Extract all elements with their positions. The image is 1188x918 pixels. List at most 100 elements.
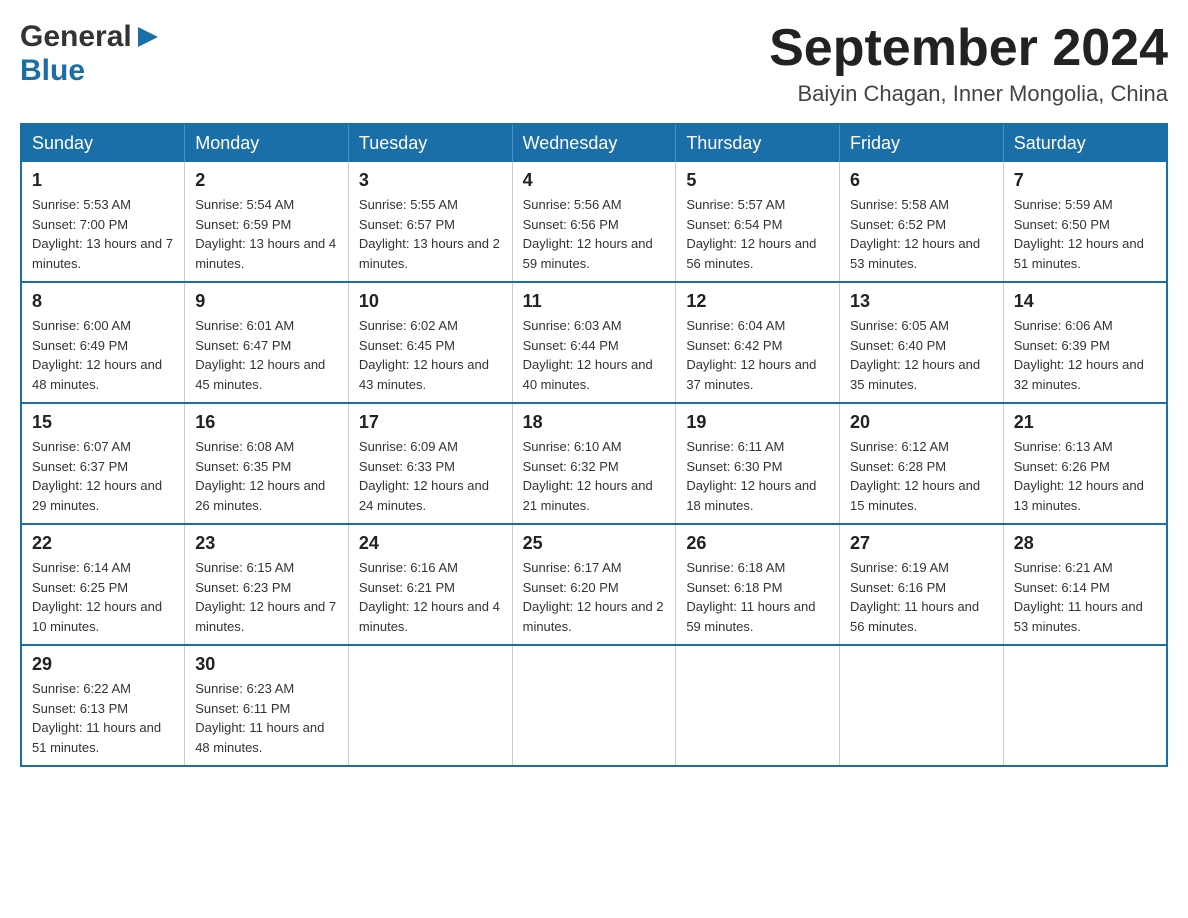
calendar-cell bbox=[1003, 645, 1167, 766]
calendar-cell bbox=[512, 645, 676, 766]
day-info: Sunrise: 6:02 AM Sunset: 6:45 PM Dayligh… bbox=[359, 316, 502, 394]
calendar-week-row: 1 Sunrise: 5:53 AM Sunset: 7:00 PM Daylig… bbox=[21, 162, 1167, 282]
weekday-header-sunday: Sunday bbox=[21, 124, 185, 162]
weekday-header-saturday: Saturday bbox=[1003, 124, 1167, 162]
weekday-header-friday: Friday bbox=[840, 124, 1004, 162]
day-info: Sunrise: 6:13 AM Sunset: 6:26 PM Dayligh… bbox=[1014, 437, 1156, 515]
calendar-cell: 21 Sunrise: 6:13 AM Sunset: 6:26 PM Dayli… bbox=[1003, 403, 1167, 524]
day-info: Sunrise: 6:08 AM Sunset: 6:35 PM Dayligh… bbox=[195, 437, 338, 515]
day-info: Sunrise: 6:14 AM Sunset: 6:25 PM Dayligh… bbox=[32, 558, 174, 636]
day-info: Sunrise: 6:22 AM Sunset: 6:13 PM Dayligh… bbox=[32, 679, 174, 757]
day-info: Sunrise: 6:12 AM Sunset: 6:28 PM Dayligh… bbox=[850, 437, 993, 515]
day-info: Sunrise: 6:01 AM Sunset: 6:47 PM Dayligh… bbox=[195, 316, 338, 394]
day-number: 23 bbox=[195, 533, 338, 554]
title-area: September 2024 Baiyin Chagan, Inner Mong… bbox=[769, 20, 1168, 107]
day-number: 11 bbox=[523, 291, 666, 312]
month-title: September 2024 bbox=[769, 20, 1168, 77]
day-number: 1 bbox=[32, 170, 174, 191]
day-info: Sunrise: 5:57 AM Sunset: 6:54 PM Dayligh… bbox=[686, 195, 829, 273]
weekday-header-row: SundayMondayTuesdayWednesdayThursdayFrid… bbox=[21, 124, 1167, 162]
day-info: Sunrise: 6:05 AM Sunset: 6:40 PM Dayligh… bbox=[850, 316, 993, 394]
calendar-cell: 14 Sunrise: 6:06 AM Sunset: 6:39 PM Dayli… bbox=[1003, 282, 1167, 403]
calendar-cell: 18 Sunrise: 6:10 AM Sunset: 6:32 PM Dayli… bbox=[512, 403, 676, 524]
day-info: Sunrise: 6:04 AM Sunset: 6:42 PM Dayligh… bbox=[686, 316, 829, 394]
day-info: Sunrise: 5:56 AM Sunset: 6:56 PM Dayligh… bbox=[523, 195, 666, 273]
calendar-cell: 17 Sunrise: 6:09 AM Sunset: 6:33 PM Dayli… bbox=[348, 403, 512, 524]
location-title: Baiyin Chagan, Inner Mongolia, China bbox=[769, 81, 1168, 107]
day-info: Sunrise: 6:23 AM Sunset: 6:11 PM Dayligh… bbox=[195, 679, 338, 757]
calendar-cell: 8 Sunrise: 6:00 AM Sunset: 6:49 PM Daylig… bbox=[21, 282, 185, 403]
day-number: 16 bbox=[195, 412, 338, 433]
day-info: Sunrise: 6:11 AM Sunset: 6:30 PM Dayligh… bbox=[686, 437, 829, 515]
calendar-week-row: 15 Sunrise: 6:07 AM Sunset: 6:37 PM Dayli… bbox=[21, 403, 1167, 524]
day-number: 13 bbox=[850, 291, 993, 312]
day-info: Sunrise: 6:18 AM Sunset: 6:18 PM Dayligh… bbox=[686, 558, 829, 636]
logo-blue-text: Blue bbox=[20, 54, 85, 88]
calendar-cell: 13 Sunrise: 6:05 AM Sunset: 6:40 PM Dayli… bbox=[840, 282, 1004, 403]
calendar-cell: 4 Sunrise: 5:56 AM Sunset: 6:56 PM Daylig… bbox=[512, 162, 676, 282]
calendar-cell: 6 Sunrise: 5:58 AM Sunset: 6:52 PM Daylig… bbox=[840, 162, 1004, 282]
day-number: 4 bbox=[523, 170, 666, 191]
weekday-header-wednesday: Wednesday bbox=[512, 124, 676, 162]
day-number: 30 bbox=[195, 654, 338, 675]
day-info: Sunrise: 5:59 AM Sunset: 6:50 PM Dayligh… bbox=[1014, 195, 1156, 273]
day-number: 14 bbox=[1014, 291, 1156, 312]
day-number: 2 bbox=[195, 170, 338, 191]
day-number: 6 bbox=[850, 170, 993, 191]
day-info: Sunrise: 6:06 AM Sunset: 6:39 PM Dayligh… bbox=[1014, 316, 1156, 394]
calendar-cell: 2 Sunrise: 5:54 AM Sunset: 6:59 PM Daylig… bbox=[185, 162, 349, 282]
day-number: 28 bbox=[1014, 533, 1156, 554]
calendar-week-row: 8 Sunrise: 6:00 AM Sunset: 6:49 PM Daylig… bbox=[21, 282, 1167, 403]
day-number: 25 bbox=[523, 533, 666, 554]
day-info: Sunrise: 6:00 AM Sunset: 6:49 PM Dayligh… bbox=[32, 316, 174, 394]
logo: General Blue bbox=[20, 20, 162, 88]
calendar-cell: 7 Sunrise: 5:59 AM Sunset: 6:50 PM Daylig… bbox=[1003, 162, 1167, 282]
day-number: 12 bbox=[686, 291, 829, 312]
day-info: Sunrise: 6:03 AM Sunset: 6:44 PM Dayligh… bbox=[523, 316, 666, 394]
calendar-cell: 26Sunrise: 6:18 AM Sunset: 6:18 PM Dayli… bbox=[676, 524, 840, 645]
day-info: Sunrise: 6:17 AM Sunset: 6:20 PM Dayligh… bbox=[523, 558, 666, 636]
calendar-cell: 24 Sunrise: 6:16 AM Sunset: 6:21 PM Dayli… bbox=[348, 524, 512, 645]
day-number: 9 bbox=[195, 291, 338, 312]
day-number: 7 bbox=[1014, 170, 1156, 191]
day-number: 29 bbox=[32, 654, 174, 675]
day-number: 3 bbox=[359, 170, 502, 191]
calendar-cell: 5Sunrise: 5:57 AM Sunset: 6:54 PM Daylig… bbox=[676, 162, 840, 282]
logo-triangle-icon bbox=[134, 23, 162, 51]
calendar-week-row: 22Sunrise: 6:14 AM Sunset: 6:25 PM Dayli… bbox=[21, 524, 1167, 645]
day-info: Sunrise: 5:53 AM Sunset: 7:00 PM Dayligh… bbox=[32, 195, 174, 273]
day-number: 8 bbox=[32, 291, 174, 312]
calendar-cell: 16 Sunrise: 6:08 AM Sunset: 6:35 PM Dayli… bbox=[185, 403, 349, 524]
day-info: Sunrise: 6:16 AM Sunset: 6:21 PM Dayligh… bbox=[359, 558, 502, 636]
day-number: 24 bbox=[359, 533, 502, 554]
day-info: Sunrise: 5:58 AM Sunset: 6:52 PM Dayligh… bbox=[850, 195, 993, 273]
calendar-cell: 10Sunrise: 6:02 AM Sunset: 6:45 PM Dayli… bbox=[348, 282, 512, 403]
calendar-cell: 11 Sunrise: 6:03 AM Sunset: 6:44 PM Dayli… bbox=[512, 282, 676, 403]
calendar-cell: 20 Sunrise: 6:12 AM Sunset: 6:28 PM Dayli… bbox=[840, 403, 1004, 524]
day-info: Sunrise: 5:54 AM Sunset: 6:59 PM Dayligh… bbox=[195, 195, 338, 273]
calendar-cell: 22Sunrise: 6:14 AM Sunset: 6:25 PM Dayli… bbox=[21, 524, 185, 645]
calendar-cell: 3 Sunrise: 5:55 AM Sunset: 6:57 PM Daylig… bbox=[348, 162, 512, 282]
day-info: Sunrise: 5:55 AM Sunset: 6:57 PM Dayligh… bbox=[359, 195, 502, 273]
calendar-cell: 19Sunrise: 6:11 AM Sunset: 6:30 PM Dayli… bbox=[676, 403, 840, 524]
logo-general-text: General bbox=[20, 20, 132, 54]
day-number: 15 bbox=[32, 412, 174, 433]
calendar-cell: 9 Sunrise: 6:01 AM Sunset: 6:47 PM Daylig… bbox=[185, 282, 349, 403]
weekday-header-monday: Monday bbox=[185, 124, 349, 162]
day-info: Sunrise: 6:15 AM Sunset: 6:23 PM Dayligh… bbox=[195, 558, 338, 636]
calendar-cell bbox=[348, 645, 512, 766]
calendar-cell: 25 Sunrise: 6:17 AM Sunset: 6:20 PM Dayli… bbox=[512, 524, 676, 645]
day-info: Sunrise: 6:07 AM Sunset: 6:37 PM Dayligh… bbox=[32, 437, 174, 515]
day-info: Sunrise: 6:21 AM Sunset: 6:14 PM Dayligh… bbox=[1014, 558, 1156, 636]
calendar-cell bbox=[676, 645, 840, 766]
calendar-cell: 27Sunrise: 6:19 AM Sunset: 6:16 PM Dayli… bbox=[840, 524, 1004, 645]
day-info: Sunrise: 6:09 AM Sunset: 6:33 PM Dayligh… bbox=[359, 437, 502, 515]
page-header: General Blue September 2024 Baiyin Chaga… bbox=[20, 20, 1168, 107]
day-info: Sunrise: 6:10 AM Sunset: 6:32 PM Dayligh… bbox=[523, 437, 666, 515]
weekday-header-tuesday: Tuesday bbox=[348, 124, 512, 162]
calendar-cell: 29 Sunrise: 6:22 AM Sunset: 6:13 PM Dayli… bbox=[21, 645, 185, 766]
day-number: 17 bbox=[359, 412, 502, 433]
day-number: 20 bbox=[850, 412, 993, 433]
day-number: 18 bbox=[523, 412, 666, 433]
day-number: 21 bbox=[1014, 412, 1156, 433]
